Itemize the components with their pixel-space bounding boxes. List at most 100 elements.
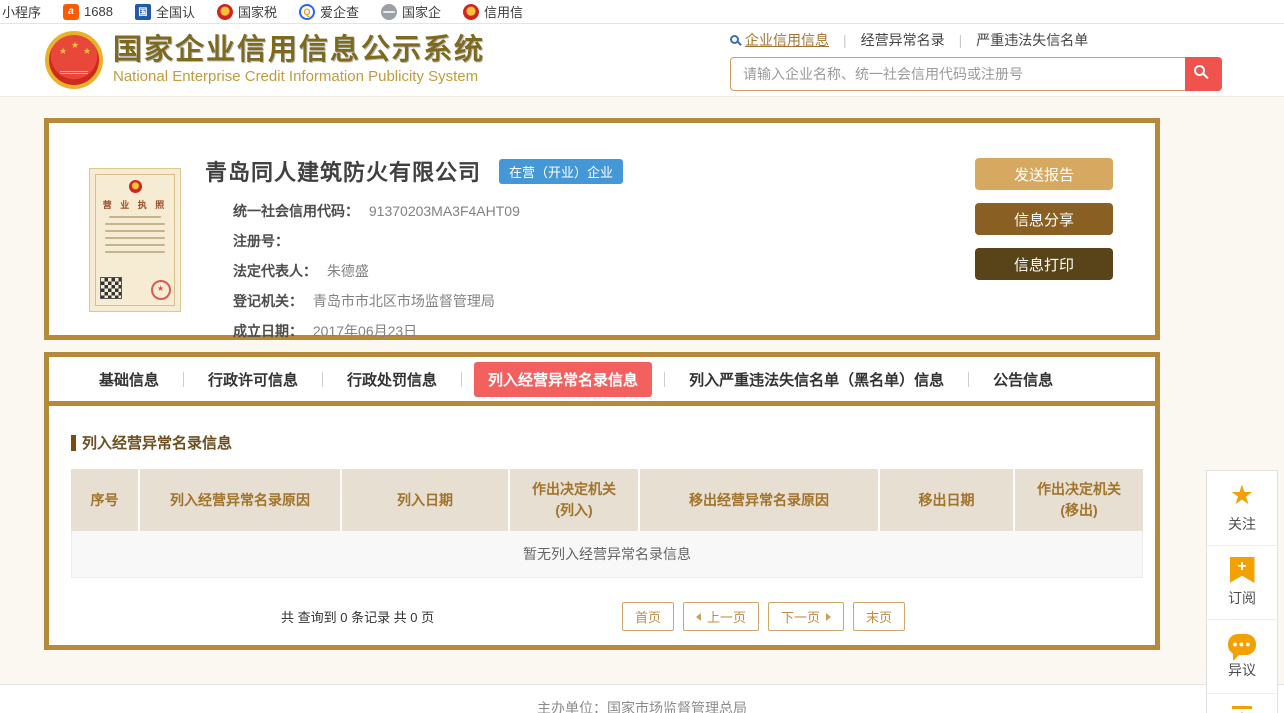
- company-info: 青岛同人建筑防火有限公司 在营（开业）企业 统一社会信用代码： 91370203…: [181, 143, 975, 339]
- status-badge: 在营（开业）企业: [499, 158, 624, 184]
- bookmark-item[interactable]: 信用信: [463, 2, 523, 21]
- field-label: 统一社会信用代码：: [233, 203, 359, 219]
- star-icon: ★: [1229, 480, 1255, 510]
- right-arrow-icon: [825, 612, 831, 621]
- field-registration-authority: 登记机关： 青岛市市北区市场监督管理局: [233, 291, 975, 311]
- search-area: 企业信用信息 | 经营异常名录 | 严重违法失信名单: [730, 30, 1222, 91]
- field-label: 注册号：: [233, 233, 289, 249]
- emblem-icon: [216, 3, 233, 20]
- field-value: 2017年06月23日: [312, 323, 418, 339]
- prev-page-button[interactable]: 上一页: [682, 602, 759, 631]
- footer-organizer-text: 主办单位：国家市场监督管理总局: [537, 700, 747, 713]
- field-value: 朱德盛: [326, 263, 369, 279]
- last-page-button[interactable]: 末页: [852, 602, 905, 631]
- tab-content: 列入经营异常名录信息 序号 列入经营异常名录原因 列入日期 作出决定机关 (列入…: [49, 432, 1155, 631]
- col-header-removal-date: 移出日期: [878, 469, 1014, 531]
- q-icon: Q: [298, 3, 315, 20]
- license-text-line: [105, 244, 165, 246]
- col-header-inclusion-date: 列入日期: [340, 469, 509, 531]
- globe-icon: [380, 3, 397, 20]
- first-page-button[interactable]: 首页: [621, 602, 674, 631]
- search-scope-enterprise-credit[interactable]: 企业信用信息: [745, 30, 843, 50]
- red-seal: [151, 280, 171, 300]
- business-license-thumbnail[interactable]: 营 业 执 照: [89, 168, 181, 312]
- side-toolbar: ★ 关注 + 订阅 ●●● 异议 返回: [1206, 470, 1278, 713]
- subscribe-button[interactable]: + 订阅: [1207, 545, 1277, 619]
- bookmark-item[interactable]: 国 全国认: [134, 2, 195, 21]
- objection-button[interactable]: ●●● 异议: [1207, 619, 1277, 693]
- site-logo[interactable]: ★ ★ ★ 国家企业信用信息公示系统 National Enterprise Cre…: [45, 31, 485, 89]
- bookmark-item[interactable]: 国家税: [216, 2, 277, 21]
- field-label: 成立日期：: [233, 323, 303, 339]
- tab-bar: 基础信息 行政许可信息 行政处罚信息 列入经营异常名录信息 列入严重违法失信名单…: [49, 357, 1155, 406]
- tab-administrative-penalty[interactable]: 行政处罚信息: [323, 369, 461, 390]
- bookmark-label: 全国认: [155, 5, 195, 20]
- divider: [461, 371, 463, 387]
- col-header-seq: 序号: [71, 469, 139, 531]
- share-info-button[interactable]: 信息分享: [975, 203, 1113, 235]
- field-label: 法定代表人：: [233, 263, 317, 279]
- bookmark-label: 国家企: [401, 5, 441, 20]
- tab-serious-violation-blacklist[interactable]: 列入严重违法失信名单（黑名单）信息: [665, 369, 968, 390]
- field-credit-code: 统一社会信用代码： 91370203MA3F4AHT09: [233, 201, 975, 221]
- back-to-top-icon: [1232, 706, 1252, 713]
- side-label: 订阅: [1228, 590, 1256, 606]
- license-text-line: [109, 216, 161, 218]
- license-text-line: [105, 237, 165, 239]
- print-info-button[interactable]: 信息打印: [975, 248, 1113, 280]
- col-header-inclusion-reason: 列入经营异常名录原因: [138, 469, 341, 531]
- search-icon: [1194, 64, 1205, 76]
- field-legal-representative: 法定代表人： 朱德盛: [233, 261, 975, 281]
- site-title: 国家企业信用信息公示系统: [113, 33, 486, 66]
- detail-info-box: 基础信息 行政许可信息 行政处罚信息 列入经营异常名录信息 列入严重违法失信名单…: [44, 352, 1160, 650]
- search-icon: [730, 35, 739, 44]
- search-input[interactable]: [730, 56, 1185, 91]
- search-scope-serious-violation[interactable]: 严重违法失信名单: [962, 30, 1102, 50]
- emblem-icon: [463, 3, 479, 20]
- abnormal-operations-table: 序号 列入经营异常名录原因 列入日期 作出决定机关 (列入) 移出经营异常名录原…: [71, 469, 1143, 531]
- send-report-button[interactable]: 发送报告: [975, 158, 1113, 190]
- field-label: 登记机关：: [233, 293, 303, 309]
- follow-button[interactable]: ★ 关注: [1207, 471, 1277, 545]
- next-page-button[interactable]: 下一页: [767, 602, 844, 631]
- bookmark-label: 爱企查: [319, 5, 359, 20]
- tab-basic-info[interactable]: 基础信息: [75, 369, 183, 390]
- bookmark-item[interactable]: 国家企: [380, 2, 441, 21]
- tab-administrative-license[interactable]: 行政许可信息: [184, 369, 322, 390]
- left-arrow-icon: [695, 612, 701, 621]
- license-text-line: [105, 230, 165, 232]
- table-header-row: 序号 列入经营异常名录原因 列入日期 作出决定机关 (列入) 移出经营异常名录原…: [71, 469, 1143, 531]
- tab-announcement-info[interactable]: 公告信息: [969, 369, 1077, 390]
- license-text-line: [105, 251, 165, 253]
- comment-icon: ●●●: [1228, 633, 1256, 661]
- col-header-removal-reason: 移出经营异常名录原因: [638, 469, 879, 531]
- table-empty-state: 暂无列入经营异常名录信息: [71, 531, 1143, 578]
- field-value: 91370203MA3F4AHT09: [368, 203, 520, 219]
- license-title: 营 业 执 照: [102, 200, 168, 210]
- bookmark-item[interactable]: 小程序: [2, 2, 41, 21]
- blue-doc-icon: 国: [134, 3, 151, 20]
- search-scope-abnormal-operations[interactable]: 经营异常名录: [847, 30, 959, 50]
- license-text-line: [105, 223, 165, 225]
- bookmark-item[interactable]: a 1688: [63, 3, 113, 20]
- pagination: 共 查询到 0 条记录 共 0 页 首页 上一页 下一页 末页: [71, 602, 1133, 631]
- search-button[interactable]: [1185, 56, 1222, 91]
- company-summary-box: 营 业 执 照 青岛同人建筑防火有限公司 在营（开业）企业 统一社会信用代码： …: [44, 118, 1160, 340]
- col-header-deciding-authority-out: 作出决定机关 (移出): [1013, 469, 1143, 531]
- license-frame: 营 业 执 照: [95, 174, 175, 306]
- page-footer: 主办单位：国家市场监督管理总局: [0, 684, 1284, 713]
- 1688-icon: a: [63, 3, 80, 20]
- field-registration-number: 注册号：: [233, 231, 975, 251]
- section-title-text: 列入经营异常名录信息: [82, 435, 233, 452]
- bookmark-label: 小程序: [2, 5, 42, 20]
- title-bullet: [71, 434, 76, 451]
- side-label: 异议: [1228, 661, 1256, 678]
- tab-abnormal-operations[interactable]: 列入经营异常名录信息: [474, 361, 653, 397]
- browser-bookmarks-bar: 小程序 a 1688 国 全国认 国家税 Q 爱企查 国家企 信用信: [0, 0, 1284, 24]
- national-emblem-icon: ★ ★ ★: [45, 31, 103, 89]
- national-emblem-icon: [128, 180, 142, 193]
- company-name: 青岛同人建筑防火有限公司: [205, 160, 482, 185]
- qr-code: [100, 277, 122, 299]
- back-to-top-button[interactable]: 返回: [1207, 693, 1277, 713]
- bookmark-item[interactable]: Q 爱企查: [298, 2, 359, 21]
